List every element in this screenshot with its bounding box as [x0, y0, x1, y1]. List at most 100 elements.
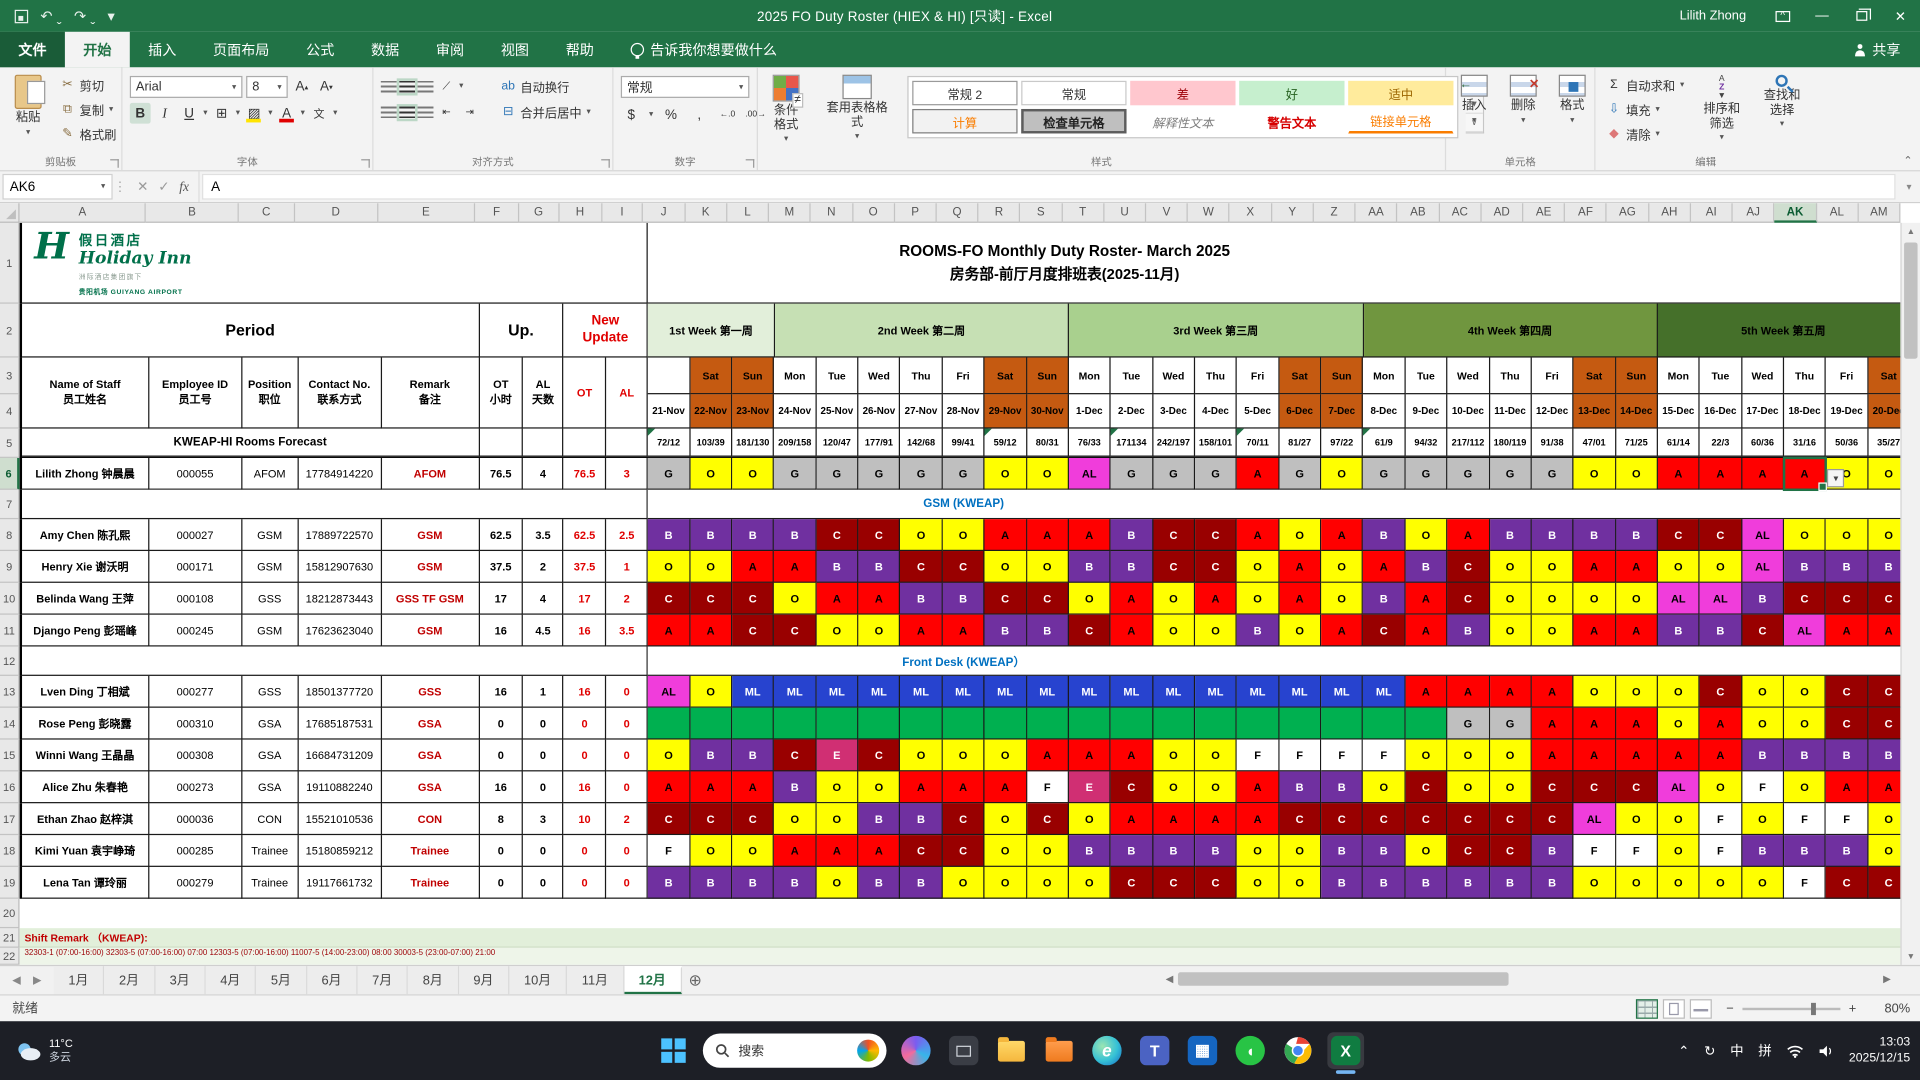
shift-cell[interactable]: C: [1826, 866, 1869, 899]
column-header-AC[interactable]: AC: [1439, 203, 1482, 223]
ot-new[interactable]: 17: [563, 582, 607, 615]
shift-cell[interactable]: O: [690, 835, 733, 867]
shift-cell[interactable]: O: [1195, 739, 1238, 772]
row-header-11[interactable]: 11: [0, 614, 20, 647]
shift-cell[interactable]: G: [1153, 457, 1196, 490]
cell-style-link[interactable]: 链接单元格: [1348, 109, 1454, 134]
remark[interactable]: Trainee: [381, 866, 480, 899]
column-header-F[interactable]: F: [475, 203, 520, 223]
shift-cell[interactable]: A: [942, 771, 985, 804]
shift-cell[interactable]: B: [1826, 551, 1869, 583]
shift-cell[interactable]: G: [1279, 457, 1322, 490]
shift-cell[interactable]: [1068, 707, 1111, 740]
shift-cell[interactable]: [984, 707, 1027, 740]
shift-cell[interactable]: C: [1363, 614, 1406, 647]
font-family-select[interactable]: Arial ▾: [129, 75, 243, 98]
shift-cell[interactable]: [900, 707, 943, 740]
column-header-J[interactable]: J: [643, 203, 686, 223]
sheet-tab-12月[interactable]: 12月: [623, 966, 682, 995]
al-new[interactable]: 2: [606, 803, 649, 836]
column-header-B[interactable]: B: [146, 203, 239, 223]
shift-cell[interactable]: O: [1742, 803, 1785, 836]
shift-cell[interactable]: O: [984, 457, 1027, 490]
cancel-entry-icon[interactable]: ✕: [137, 179, 148, 195]
forecast-cell[interactable]: 99/41: [942, 428, 985, 457]
forecast-cell[interactable]: 209/158: [774, 428, 817, 457]
shift-cell[interactable]: O: [900, 739, 943, 772]
remark[interactable]: GSA: [381, 771, 480, 804]
shift-cell[interactable]: B: [1405, 866, 1448, 899]
shift-cell[interactable]: ML: [1195, 675, 1238, 708]
al-new[interactable]: 0: [606, 707, 649, 740]
ot-new[interactable]: 0: [563, 866, 607, 899]
shift-cell[interactable]: O: [1068, 803, 1111, 836]
shift-cell[interactable]: A: [1405, 582, 1448, 615]
shift-cell[interactable]: G: [900, 457, 943, 490]
sheet-tab-1月[interactable]: 1月: [53, 966, 105, 995]
column-header-Q[interactable]: Q: [936, 203, 979, 223]
column-header-M[interactable]: M: [769, 203, 811, 223]
shift-cell[interactable]: C: [858, 519, 901, 552]
scroll-down-icon[interactable]: ▼: [1902, 948, 1920, 965]
shift-cell[interactable]: C: [1531, 803, 1574, 836]
shift-cell[interactable]: F: [1279, 739, 1322, 772]
tab-审阅[interactable]: 审阅: [418, 32, 483, 68]
shift-cell[interactable]: O: [1026, 866, 1069, 899]
shift-cell[interactable]: O: [1826, 519, 1869, 552]
forecast-cell[interactable]: 76/33: [1068, 428, 1111, 457]
ot-hours[interactable]: 17: [479, 582, 524, 615]
shift-cell[interactable]: A: [732, 551, 775, 583]
shift-cell[interactable]: A: [1110, 582, 1154, 615]
shift-cell[interactable]: C: [1826, 675, 1869, 708]
shift-cell[interactable]: A: [1742, 457, 1785, 490]
al-days[interactable]: 0: [523, 707, 564, 740]
shift-cell[interactable]: B: [942, 582, 985, 615]
shift-cell[interactable]: B: [1615, 519, 1658, 552]
shift-cell[interactable]: A: [1531, 707, 1574, 740]
al-days[interactable]: 1: [523, 675, 564, 708]
employee-id[interactable]: 000108: [149, 582, 243, 615]
shift-cell[interactable]: A: [858, 835, 901, 867]
row-header-1[interactable]: 1: [0, 222, 20, 304]
shift-cell[interactable]: B: [1826, 835, 1869, 867]
forecast-cell[interactable]: 171134: [1110, 428, 1154, 457]
al-days[interactable]: 4.5: [523, 614, 564, 647]
sheet-tab-10月[interactable]: 10月: [509, 966, 568, 995]
bank-app-icon[interactable]: ▦: [1184, 1032, 1221, 1069]
format-as-table-button[interactable]: 套用表格格式 ▾: [814, 72, 900, 153]
shift-cell[interactable]: O: [1573, 457, 1616, 490]
column-header-X[interactable]: X: [1229, 203, 1272, 223]
shift-cell[interactable]: O: [1405, 739, 1448, 772]
shift-cell[interactable]: C: [1657, 519, 1700, 552]
shift-cell[interactable]: O: [858, 771, 901, 804]
clipboard-dialog-launcher[interactable]: [110, 159, 119, 168]
shift-cell[interactable]: O: [984, 866, 1027, 899]
shift-cell[interactable]: A: [1489, 675, 1532, 708]
column-header-U[interactable]: U: [1104, 203, 1147, 223]
position[interactable]: GSA: [242, 739, 299, 772]
shift-cell[interactable]: A: [1321, 614, 1364, 647]
shift-cell[interactable]: B: [1784, 835, 1827, 867]
shift-cell[interactable]: C: [1868, 866, 1901, 899]
employee-id[interactable]: 000027: [149, 519, 243, 552]
tray-chevron-icon[interactable]: ⌃: [1678, 1043, 1689, 1059]
shift-cell[interactable]: O: [858, 614, 901, 647]
shift-cell[interactable]: C: [690, 803, 733, 836]
shift-cell[interactable]: A: [1237, 519, 1280, 552]
shift-cell[interactable]: A: [900, 771, 943, 804]
shift-cell[interactable]: O: [1237, 835, 1280, 867]
column-header-O[interactable]: O: [852, 203, 895, 223]
shift-cell[interactable]: AL: [1699, 582, 1743, 615]
shift-cell[interactable]: A: [1868, 614, 1901, 647]
orientation-button[interactable]: ⟋: [436, 76, 457, 97]
insert-cells-button[interactable]: 插入▾: [1453, 72, 1495, 153]
ot-hours[interactable]: 16: [479, 771, 524, 804]
shift-cell[interactable]: A: [1657, 739, 1700, 772]
close-button[interactable]: ✕: [1881, 0, 1920, 32]
shift-cell[interactable]: AL: [648, 675, 691, 708]
forecast-cell[interactable]: 71/25: [1615, 428, 1658, 457]
shift-cell[interactable]: B: [1531, 519, 1574, 552]
shift-cell[interactable]: O: [1321, 551, 1364, 583]
shift-cell[interactable]: A: [1573, 551, 1616, 583]
row-header-7[interactable]: 7: [0, 489, 20, 520]
